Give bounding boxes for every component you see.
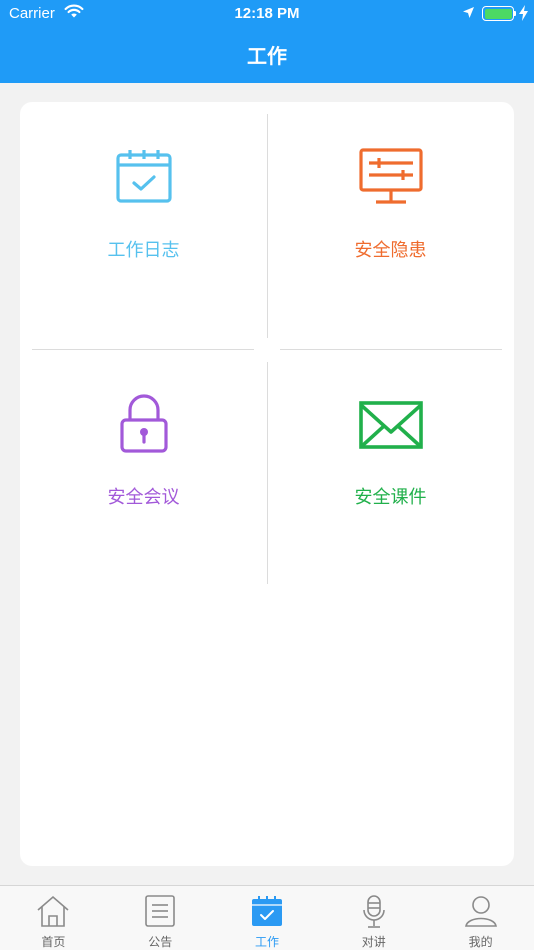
calendar-check-icon (214, 894, 321, 930)
tab-bar: 首页 公告 工作 对讲 我的 (0, 885, 534, 950)
page-title: 工作 (247, 44, 287, 68)
battery-icon (482, 6, 514, 21)
top-bar: Carrier 12:18 PM 工作 (0, 0, 534, 83)
monitor-sliders-icon (267, 147, 514, 211)
tile-safety-hazards[interactable]: 安全隐患 (267, 102, 514, 349)
calendar-check-icon (20, 147, 267, 211)
tile-label: 安全隐患 (354, 240, 427, 261)
envelope-icon (267, 394, 514, 458)
tile-work-log[interactable]: 工作日志 (20, 102, 267, 349)
tab-label: 首页 (41, 935, 66, 949)
tab-profile[interactable]: 我的 (427, 886, 534, 950)
tile-safety-courseware[interactable]: 安全课件 (267, 349, 514, 596)
tab-intercom[interactable]: 对讲 (320, 886, 427, 950)
home-icon (0, 894, 107, 930)
microphone-icon (320, 894, 427, 930)
status-bar: Carrier 12:18 PM (0, 0, 534, 28)
tile-label: 安全会议 (107, 487, 180, 508)
user-icon (427, 894, 534, 930)
tab-announcements[interactable]: 公告 (107, 886, 214, 950)
tab-label: 我的 (468, 935, 493, 949)
location-arrow-icon (462, 6, 475, 23)
status-time: 12:18 PM (234, 5, 300, 22)
charging-bolt-icon (519, 5, 528, 25)
tab-work[interactable]: 工作 (214, 886, 321, 950)
tab-label: 工作 (254, 935, 279, 949)
tile-label: 安全课件 (354, 487, 427, 508)
document-list-icon (107, 894, 214, 930)
tile-label: 工作日志 (107, 240, 180, 261)
tab-label: 公告 (148, 935, 173, 949)
lock-icon (20, 394, 267, 458)
work-menu-card: 工作日志 安全隐患 安全会议 安全课件 (20, 102, 514, 866)
battery-tip (514, 11, 516, 16)
tab-home[interactable]: 首页 (0, 886, 107, 950)
tile-safety-meetings[interactable]: 安全会议 (20, 349, 267, 596)
tab-label: 对讲 (361, 935, 386, 949)
